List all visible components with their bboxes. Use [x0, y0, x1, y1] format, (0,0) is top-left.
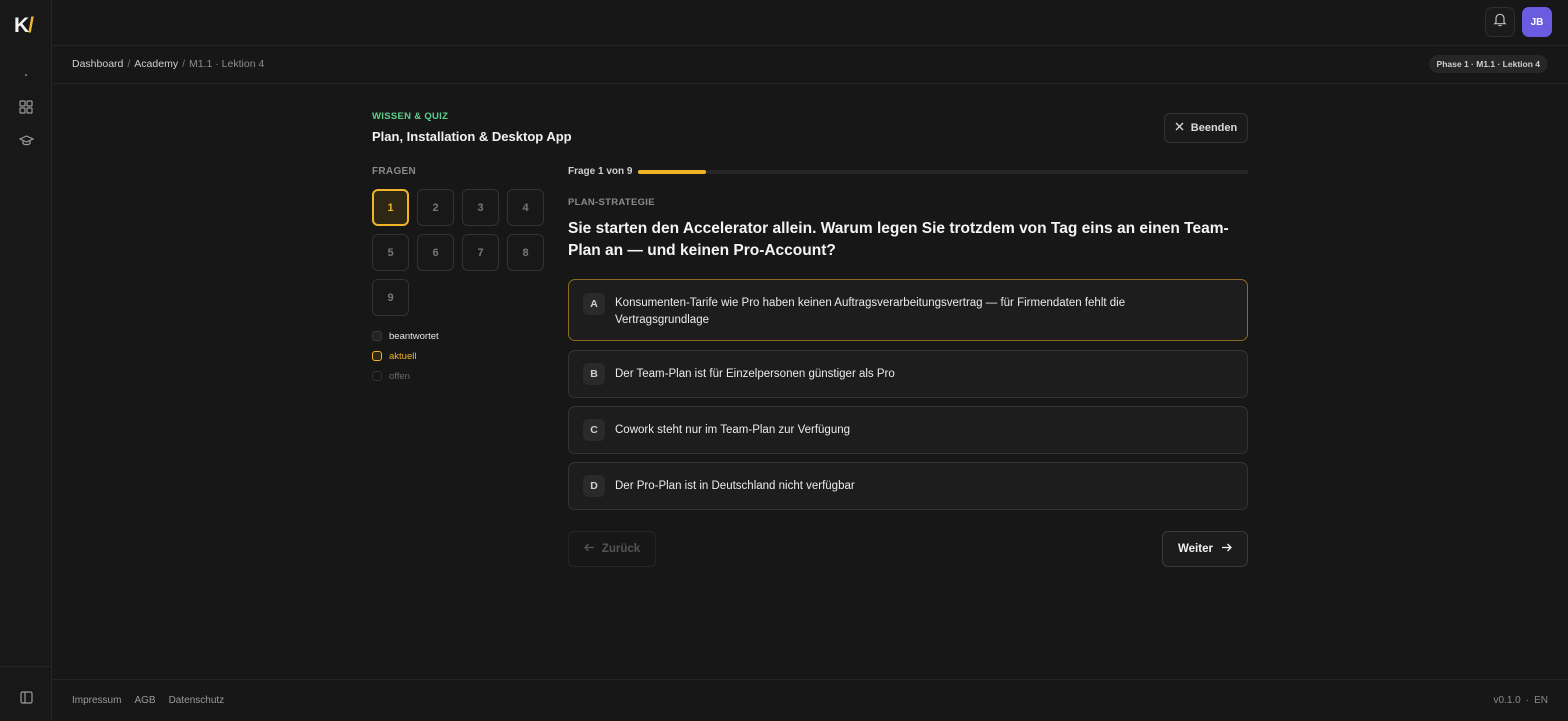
- option-letter: D: [583, 475, 605, 497]
- dashboard-grid-icon[interactable]: [16, 97, 36, 117]
- progress-label: Frage 1 von 9: [568, 166, 633, 177]
- option-text: Konsumenten-Tarife wie Pro haben keinen …: [615, 297, 1126, 326]
- breadcrumb-current: M1.1 · Lektion 4: [189, 58, 265, 70]
- user-avatar[interactable]: JB: [1522, 7, 1552, 37]
- legend-open-swatch: [372, 371, 382, 381]
- option-letter: C: [583, 419, 605, 441]
- option-text: Cowork steht nur im Team-Plan zur Verfüg…: [615, 423, 851, 436]
- version-text: v0.1.0: [1493, 695, 1521, 706]
- question-nav-6[interactable]: 6: [417, 234, 454, 271]
- section-eyebrow: WISSEN & QUIZ: [372, 111, 449, 122]
- question-nav-1[interactable]: 1: [372, 189, 409, 226]
- next-button[interactable]: Weiter: [1162, 531, 1248, 567]
- sidebar-footer: [0, 666, 52, 721]
- footer-link-impressum[interactable]: Impressum: [72, 695, 121, 706]
- back-button[interactable]: Zurück: [568, 531, 656, 567]
- legend-open-label: offen: [389, 370, 410, 382]
- answer-option-b[interactable]: B Der Team-Plan ist für Einzelpersonen g…: [568, 350, 1248, 398]
- legend-current: aktuell: [372, 350, 439, 362]
- status-legend: beantwortet aktuell offen: [372, 330, 439, 382]
- bell-icon: [1493, 12, 1507, 32]
- option-text: Der Team-Plan ist für Einzelpersonen gün…: [615, 367, 895, 380]
- legend-answered-label: beantwortet: [389, 330, 439, 342]
- option-letter: A: [583, 293, 605, 315]
- question-nav-2[interactable]: 2: [417, 189, 454, 226]
- option-text: Der Pro-Plan ist in Deutschland nicht ve…: [615, 479, 855, 492]
- question-nav-3[interactable]: 3: [462, 189, 499, 226]
- sidebar-toggle-icon[interactable]: [16, 687, 36, 707]
- footer: Impressum AGB Datenschutz v0.1.0 · EN: [52, 679, 1568, 721]
- question-nav-4[interactable]: 4: [507, 189, 544, 226]
- logo[interactable]: K/: [14, 14, 34, 38]
- footer-link-datenschutz[interactable]: Datenschutz: [169, 695, 225, 706]
- breadcrumb-dashboard[interactable]: Dashboard: [72, 58, 123, 70]
- legend-answered-swatch: [372, 331, 382, 341]
- page-title: Plan, Installation & Desktop App: [372, 129, 572, 144]
- language-switch[interactable]: EN: [1534, 695, 1548, 706]
- question-nav-5[interactable]: 5: [372, 234, 409, 271]
- question-category: PLAN-STRATEGIE: [568, 197, 655, 208]
- logo-letter: K: [14, 14, 29, 37]
- logo-slash: /: [28, 14, 34, 37]
- sidebar-dot: [25, 74, 27, 76]
- breadcrumb-academy[interactable]: Academy: [134, 58, 178, 70]
- answer-option-c[interactable]: C Cowork steht nur im Team-Plan zur Verf…: [568, 406, 1248, 454]
- progress-fill: [638, 170, 706, 174]
- graduation-cap-icon[interactable]: [16, 130, 36, 150]
- question-text: Sie starten den Accelerator allein. Waru…: [568, 220, 1229, 259]
- notifications-button[interactable]: [1485, 7, 1515, 37]
- legend-open: offen: [372, 370, 439, 382]
- legend-current-label: aktuell: [389, 350, 417, 362]
- footer-meta: v0.1.0 · EN: [1494, 695, 1549, 706]
- sidebar: K/: [0, 0, 52, 721]
- question-nav-8[interactable]: 8: [507, 234, 544, 271]
- arrow-left-icon: [583, 543, 595, 555]
- close-icon: [1175, 122, 1184, 134]
- footer-link-agb[interactable]: AGB: [134, 695, 155, 706]
- footer-dot: ·: [1525, 695, 1530, 706]
- back-label: Zurück: [601, 543, 641, 555]
- breadcrumb-separator: /: [127, 58, 131, 70]
- answer-option-d[interactable]: D Der Pro-Plan ist in Deutschland nicht …: [568, 462, 1248, 510]
- top-bar: JB: [52, 0, 1568, 46]
- progress-bar: [638, 170, 1248, 174]
- arrow-right-icon: [1221, 543, 1232, 555]
- next-label: Weiter: [1178, 543, 1213, 555]
- footer-links: Impressum AGB Datenschutz: [72, 695, 224, 706]
- breadcrumb: Dashboard / Academy / M1.1 · Lektion 4: [72, 58, 264, 70]
- legend-current-swatch: [372, 351, 382, 361]
- question-nav-7[interactable]: 7: [462, 234, 499, 271]
- end-quiz-button[interactable]: Beenden: [1164, 113, 1248, 143]
- question-nav-9[interactable]: 9: [372, 279, 409, 316]
- phase-badge: Phase 1 · M1.1 · Lektion 4: [1428, 55, 1548, 73]
- questions-heading: FRAGEN: [372, 166, 417, 177]
- end-quiz-label: Beenden: [1190, 122, 1238, 134]
- breadcrumb-separator: /: [182, 58, 185, 70]
- answer-option-a[interactable]: A Konsumenten-Tarife wie Pro haben keine…: [568, 279, 1248, 341]
- option-letter: B: [583, 363, 605, 385]
- question-navigator: 1 2 3 4 5 6 7 8 9: [372, 189, 546, 316]
- legend-answered: beantwortet: [372, 330, 439, 342]
- breadcrumb-bar: Dashboard / Academy / M1.1 · Lektion 4 P…: [52, 46, 1568, 84]
